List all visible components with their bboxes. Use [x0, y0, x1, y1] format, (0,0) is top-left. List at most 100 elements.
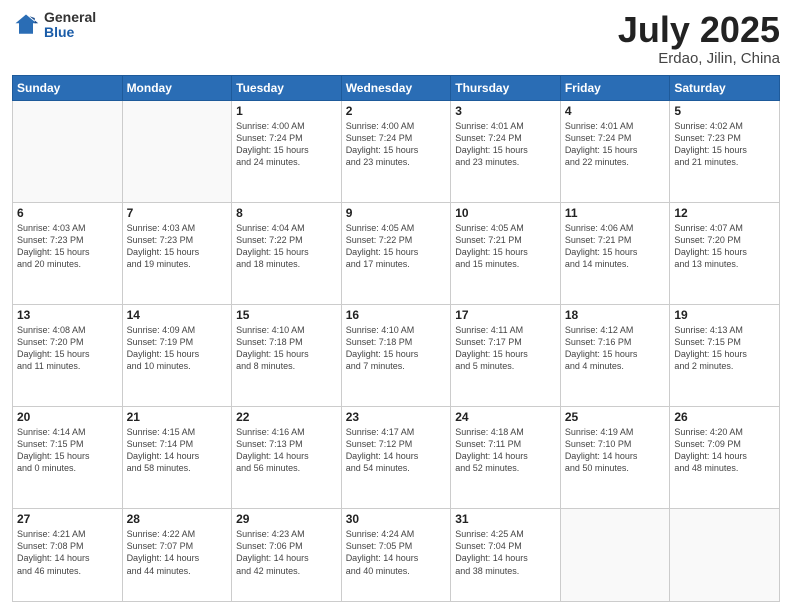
calendar-cell: 22 Sunrise: 4:16 AM Sunset: 7:13 PM Dayli… [232, 406, 342, 508]
day-number: 27 [17, 512, 118, 526]
calendar-cell: 2 Sunrise: 4:00 AM Sunset: 7:24 PM Daylig… [341, 100, 451, 202]
calendar-cell: 8 Sunrise: 4:04 AM Sunset: 7:22 PM Daylig… [232, 202, 342, 304]
logo-icon [12, 11, 40, 39]
header-saturday: Saturday [670, 75, 780, 100]
day-number: 19 [674, 308, 775, 322]
day-info: Sunrise: 4:16 AM Sunset: 7:13 PM Dayligh… [236, 426, 337, 475]
day-number: 26 [674, 410, 775, 424]
calendar-cell: 30 Sunrise: 4:24 AM Sunset: 7:05 PM Dayli… [341, 509, 451, 602]
calendar-cell: 23 Sunrise: 4:17 AM Sunset: 7:12 PM Dayli… [341, 406, 451, 508]
day-number: 8 [236, 206, 337, 220]
calendar-cell: 26 Sunrise: 4:20 AM Sunset: 7:09 PM Dayli… [670, 406, 780, 508]
calendar-cell: 25Sunrise: 4:19 AM Sunset: 7:10 PM Dayli… [560, 406, 670, 508]
title-location: Erdao, Jilin, China [618, 50, 780, 67]
day-info: Sunrise: 4:20 AM Sunset: 7:09 PM Dayligh… [674, 426, 775, 475]
day-number: 20 [17, 410, 118, 424]
calendar-cell: 7 Sunrise: 4:03 AM Sunset: 7:23 PM Daylig… [122, 202, 232, 304]
day-number: 31 [455, 512, 556, 526]
day-number: 15 [236, 308, 337, 322]
day-number: 18 [565, 308, 666, 322]
day-number: 21 [127, 410, 228, 424]
calendar-cell: 11 Sunrise: 4:06 AM Sunset: 7:21 PM Dayli… [560, 202, 670, 304]
day-number: 10 [455, 206, 556, 220]
calendar-cell: 3 Sunrise: 4:01 AM Sunset: 7:24 PM Daylig… [451, 100, 561, 202]
day-number: 11 [565, 206, 666, 220]
day-info: Sunrise: 4:03 AM Sunset: 7:23 PM Dayligh… [17, 222, 118, 271]
calendar-cell: 18 Sunrise: 4:12 AM Sunset: 7:16 PM Dayli… [560, 304, 670, 406]
day-number: 29 [236, 512, 337, 526]
day-info: Sunrise: 4:11 AM Sunset: 7:17 PM Dayligh… [455, 324, 556, 373]
day-number: 13 [17, 308, 118, 322]
day-info: Sunrise: 4:06 AM Sunset: 7:21 PM Dayligh… [565, 222, 666, 271]
title-block: July 2025 Erdao, Jilin, China [618, 10, 780, 67]
calendar-cell: 29Sunrise: 4:23 AM Sunset: 7:06 PM Dayli… [232, 509, 342, 602]
day-info: Sunrise: 4:10 AM Sunset: 7:18 PM Dayligh… [236, 324, 337, 373]
header-friday: Friday [560, 75, 670, 100]
day-info: Sunrise: 4:00 AM Sunset: 7:24 PM Dayligh… [346, 120, 447, 169]
header-tuesday: Tuesday [232, 75, 342, 100]
header: General Blue July 2025 Erdao, Jilin, Chi… [12, 10, 780, 67]
calendar-cell: 10Sunrise: 4:05 AM Sunset: 7:21 PM Dayli… [451, 202, 561, 304]
header-monday: Monday [122, 75, 232, 100]
day-number: 16 [346, 308, 447, 322]
day-info: Sunrise: 4:04 AM Sunset: 7:22 PM Dayligh… [236, 222, 337, 271]
day-number: 7 [127, 206, 228, 220]
logo-blue-text: Blue [44, 25, 96, 40]
calendar-cell: 1Sunrise: 4:00 AM Sunset: 7:24 PM Daylig… [232, 100, 342, 202]
calendar-cell: 15 Sunrise: 4:10 AM Sunset: 7:18 PM Dayli… [232, 304, 342, 406]
day-info: Sunrise: 4:08 AM Sunset: 7:20 PM Dayligh… [17, 324, 118, 373]
day-info: Sunrise: 4:24 AM Sunset: 7:05 PM Dayligh… [346, 528, 447, 577]
logo: General Blue [12, 10, 96, 41]
day-info: Sunrise: 4:07 AM Sunset: 7:20 PM Dayligh… [674, 222, 775, 271]
day-number: 12 [674, 206, 775, 220]
day-number: 22 [236, 410, 337, 424]
calendar-cell: 16 Sunrise: 4:10 AM Sunset: 7:18 PM Dayli… [341, 304, 451, 406]
calendar-cell: 5Sunrise: 4:02 AM Sunset: 7:23 PM Daylig… [670, 100, 780, 202]
day-number: 2 [346, 104, 447, 118]
day-info: Sunrise: 4:14 AM Sunset: 7:15 PM Dayligh… [17, 426, 118, 475]
calendar-cell: 21 Sunrise: 4:15 AM Sunset: 7:14 PM Dayli… [122, 406, 232, 508]
title-month: July 2025 [618, 10, 780, 50]
day-info: Sunrise: 4:02 AM Sunset: 7:23 PM Dayligh… [674, 120, 775, 169]
day-number: 30 [346, 512, 447, 526]
day-info: Sunrise: 4:12 AM Sunset: 7:16 PM Dayligh… [565, 324, 666, 373]
calendar-cell: 31 Sunrise: 4:25 AM Sunset: 7:04 PM Dayli… [451, 509, 561, 602]
calendar-cell: 14 Sunrise: 4:09 AM Sunset: 7:19 PM Dayli… [122, 304, 232, 406]
day-info: Sunrise: 4:13 AM Sunset: 7:15 PM Dayligh… [674, 324, 775, 373]
day-info: Sunrise: 4:05 AM Sunset: 7:22 PM Dayligh… [346, 222, 447, 271]
page: General Blue July 2025 Erdao, Jilin, Chi… [0, 0, 792, 612]
weekday-header-row: Sunday Monday Tuesday Wednesday Thursday… [13, 75, 780, 100]
calendar-cell: 20 Sunrise: 4:14 AM Sunset: 7:15 PM Dayli… [13, 406, 123, 508]
header-wednesday: Wednesday [341, 75, 451, 100]
calendar-cell: 4Sunrise: 4:01 AM Sunset: 7:24 PM Daylig… [560, 100, 670, 202]
calendar-cell [122, 100, 232, 202]
calendar-cell: 24Sunrise: 4:18 AM Sunset: 7:11 PM Dayli… [451, 406, 561, 508]
day-info: Sunrise: 4:15 AM Sunset: 7:14 PM Dayligh… [127, 426, 228, 475]
day-number: 28 [127, 512, 228, 526]
day-info: Sunrise: 4:10 AM Sunset: 7:18 PM Dayligh… [346, 324, 447, 373]
logo-text: General Blue [44, 10, 96, 41]
calendar-cell: 19 Sunrise: 4:13 AM Sunset: 7:15 PM Dayli… [670, 304, 780, 406]
day-info: Sunrise: 4:01 AM Sunset: 7:24 PM Dayligh… [455, 120, 556, 169]
day-number: 9 [346, 206, 447, 220]
day-number: 3 [455, 104, 556, 118]
header-thursday: Thursday [451, 75, 561, 100]
day-info: Sunrise: 4:01 AM Sunset: 7:24 PM Dayligh… [565, 120, 666, 169]
calendar-table: Sunday Monday Tuesday Wednesday Thursday… [12, 75, 780, 602]
day-number: 25 [565, 410, 666, 424]
day-info: Sunrise: 4:17 AM Sunset: 7:12 PM Dayligh… [346, 426, 447, 475]
calendar-cell: 9 Sunrise: 4:05 AM Sunset: 7:22 PM Daylig… [341, 202, 451, 304]
day-number: 17 [455, 308, 556, 322]
day-info: Sunrise: 4:22 AM Sunset: 7:07 PM Dayligh… [127, 528, 228, 577]
calendar-cell: 27Sunrise: 4:21 AM Sunset: 7:08 PM Dayli… [13, 509, 123, 602]
day-info: Sunrise: 4:09 AM Sunset: 7:19 PM Dayligh… [127, 324, 228, 373]
calendar-cell: 28 Sunrise: 4:22 AM Sunset: 7:07 PM Dayli… [122, 509, 232, 602]
day-number: 14 [127, 308, 228, 322]
calendar-cell: 13 Sunrise: 4:08 AM Sunset: 7:20 PM Dayli… [13, 304, 123, 406]
day-info: Sunrise: 4:25 AM Sunset: 7:04 PM Dayligh… [455, 528, 556, 577]
day-number: 23 [346, 410, 447, 424]
calendar-cell: 12 Sunrise: 4:07 AM Sunset: 7:20 PM Dayli… [670, 202, 780, 304]
day-number: 1 [236, 104, 337, 118]
header-sunday: Sunday [13, 75, 123, 100]
day-info: Sunrise: 4:03 AM Sunset: 7:23 PM Dayligh… [127, 222, 228, 271]
